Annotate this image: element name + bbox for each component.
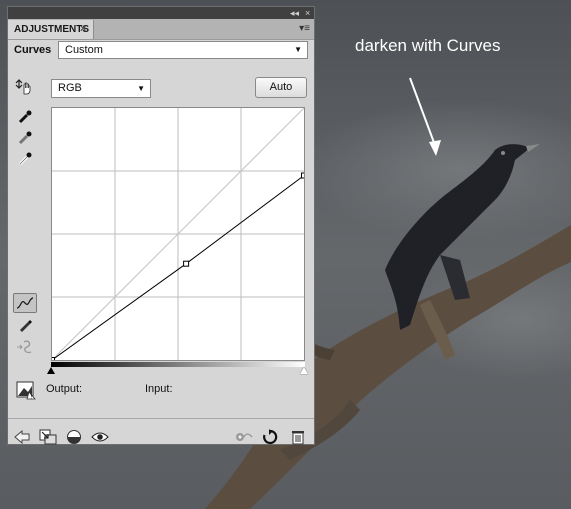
channel-select-value: RGB (58, 82, 82, 94)
black-input-slider[interactable] (47, 367, 55, 374)
panel-tab-row: ADJUSTMENTS × ▾≡ (8, 19, 314, 40)
clipping-warning-icon[interactable]: ! (15, 379, 37, 401)
svg-text:!: ! (30, 394, 32, 400)
annotation-text: darken with Curves (355, 36, 501, 55)
adjustment-type-label: Curves (14, 44, 52, 56)
pencil-draw-icon[interactable] (15, 315, 35, 335)
tab-adjustments[interactable]: ADJUSTMENTS × (8, 20, 94, 39)
edit-points-curve-tool[interactable] (13, 293, 37, 313)
adjustments-panel: ◂◂ × ADJUSTMENTS × ▾≡ Curves Custom ▼ RG… (7, 6, 315, 445)
auto-button[interactable]: Auto (255, 77, 307, 98)
on-image-adjust-icon[interactable] (14, 77, 34, 97)
curves-graph[interactable] (49, 107, 307, 363)
curve-control-point[interactable] (301, 172, 307, 179)
panel-titlebar[interactable]: ◂◂ × (8, 7, 314, 19)
close-panel-icon[interactable]: × (305, 7, 310, 19)
annotation-arrow (409, 77, 441, 156)
chevron-down-icon: ▼ (137, 84, 145, 93)
reset-icon[interactable] (260, 427, 280, 447)
black-point-eyedropper-icon[interactable] (15, 107, 35, 127)
input-label: Input: (145, 383, 173, 395)
back-arrow-icon[interactable] (12, 427, 32, 447)
channel-select[interactable]: RGB ▼ (51, 79, 151, 98)
preset-select-value: Custom (65, 44, 103, 56)
trash-icon[interactable] (288, 427, 308, 447)
curve-control-point[interactable] (183, 260, 190, 267)
white-point-eyedropper-icon[interactable] (15, 149, 35, 169)
white-input-slider[interactable] (300, 367, 308, 374)
output-label: Output: (46, 383, 83, 395)
view-previous-state-icon[interactable] (234, 427, 254, 447)
input-gradient-bar (51, 362, 305, 367)
collapse-panel-icon[interactable]: ◂◂ (290, 7, 299, 19)
curve-control-point[interactable] (49, 357, 55, 363)
gray-point-eyedropper-icon[interactable] (15, 128, 35, 148)
curves-plot[interactable] (49, 107, 307, 363)
tab-close-icon[interactable]: × (80, 20, 86, 39)
smooth-curve-icon[interactable] (15, 337, 35, 357)
bottom-divider (8, 418, 314, 419)
expanded-view-icon[interactable] (38, 427, 58, 447)
tab-adjustments-label: ADJUSTMENTS (14, 24, 90, 35)
panel-menu-icon[interactable]: ▾≡ (299, 20, 310, 38)
eye-visibility-icon[interactable] (90, 427, 110, 447)
clip-to-layer-icon[interactable] (64, 427, 84, 447)
preset-select[interactable]: Custom ▼ (58, 41, 308, 59)
chevron-down-icon: ▼ (294, 45, 302, 54)
